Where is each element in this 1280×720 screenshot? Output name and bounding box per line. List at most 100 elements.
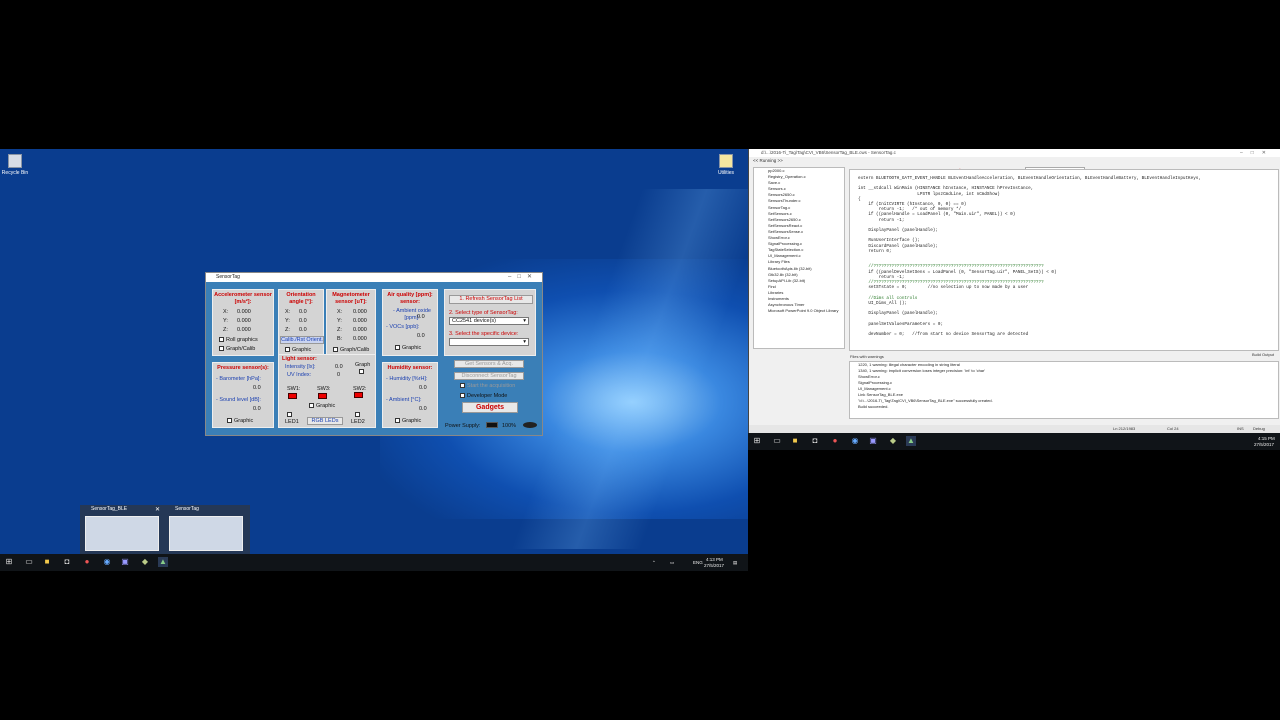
app-icon[interactable]: ◉ <box>850 436 860 446</box>
file-explorer-icon[interactable]: ■ <box>790 436 800 446</box>
thumb-sensortag[interactable]: SensorTag <box>166 505 246 553</box>
start-icon[interactable]: ⊞ <box>752 436 762 446</box>
roll-graphics-checkbox[interactable]: Roll graphics <box>219 337 258 344</box>
utilities-label: Utilities <box>717 170 735 176</box>
humidity-label: - Humidity [%rH]: <box>386 376 428 382</box>
magnet-graph-checkbox[interactable]: Graph/Calib <box>333 347 369 354</box>
file-explorer-icon[interactable]: ■ <box>42 557 52 567</box>
gadgets-button[interactable]: Gadgets <box>462 402 518 413</box>
baro-label: - Barometer [hPa]: <box>216 376 261 382</box>
air-quality-panel: Air quality [ppm]: sensor: - Ambient oxi… <box>382 289 438 356</box>
window-controls[interactable]: –□✕ <box>508 273 538 282</box>
accel-graph-checkbox[interactable]: Graph/Calib <box>219 346 255 353</box>
cvi-icon[interactable]: ◆ <box>888 436 898 446</box>
orientation-panel: Orientation angle [°]: X: 0.0 Y: 0.0 Z: 0.0… <box>278 289 324 356</box>
code-line: devNumber = 0; //from start no device Se… <box>858 332 1029 338</box>
magnet-graph-label: Graph/Calib <box>340 347 370 353</box>
light-panel: Light sensor: Intensity [lx]: 0.0 UV Ind… <box>278 354 376 428</box>
store-icon[interactable]: ◘ <box>810 436 820 446</box>
chevron-down-icon: ▾ <box>523 318 526 324</box>
device-select[interactable]: ▾ <box>449 338 529 346</box>
sensortag-logo-icon <box>523 422 537 428</box>
disconnect-button[interactable]: Disconnect SensorTag <box>454 372 524 380</box>
led2-label: LED2 <box>351 419 365 425</box>
build-output[interactable]: Build Output Files with warnings 1220, 1… <box>849 352 1279 419</box>
clock-time[interactable]: 4:13 PM <box>706 557 723 562</box>
sw3-label: SW3: <box>317 386 331 392</box>
ambient-temp-value: 0.0 <box>419 406 427 412</box>
build-output-header: Build Output <box>1251 352 1274 357</box>
code-editor[interactable]: extern BLUETOOTH_GATT_EVENT_HANDLE BLEve… <box>849 169 1279 351</box>
start-icon[interactable]: ⊞ <box>4 557 14 567</box>
chevron-down-icon: ▾ <box>523 339 526 345</box>
thumb-sensortag-ble[interactable]: SensorTag_BLE ✕ <box>82 505 162 553</box>
led2-checkbox[interactable] <box>355 412 362 419</box>
sound-value: 0.0 <box>253 406 261 412</box>
pressure-graphic-checkbox[interactable]: Graphic <box>227 418 253 425</box>
notifications-icon[interactable]: ▤ <box>733 560 737 565</box>
magnet-b-label: B: <box>337 336 343 342</box>
start-acquisition-checkbox[interactable]: Start the acquisition <box>460 383 515 389</box>
uv-index-value: 0 <box>337 372 341 378</box>
browser-icon[interactable]: ● <box>82 557 92 567</box>
orient-graphic-checkbox[interactable]: Graphic <box>285 347 311 354</box>
light-graph-checkbox[interactable] <box>359 369 366 376</box>
accel-x-label: X: <box>223 309 229 315</box>
save-app-icon[interactable]: ▣ <box>868 436 878 446</box>
app-icon[interactable]: ◉ <box>102 557 112 567</box>
ide-window-controls[interactable]: –□✕ <box>1240 149 1274 157</box>
orient-z-value: 0.0 <box>299 327 307 333</box>
save-app-icon[interactable]: ▣ <box>120 557 130 567</box>
rgb-leds-button[interactable]: RGB LEDs <box>307 417 343 425</box>
air-graphic-checkbox[interactable]: Graphic <box>395 345 421 352</box>
get-sensors-button[interactable]: Get Sensors & Acq. <box>454 360 524 368</box>
tree-item[interactable]: Microsoft PowerPoint 9.0 Object Library <box>768 308 844 314</box>
light-graph-label: Graph <box>355 362 371 368</box>
humidity-header: Humidity sensor: <box>387 365 433 371</box>
build-warnings-tab[interactable]: Files with warnings <box>850 354 884 360</box>
sensortag-taskbar-icon[interactable]: ▲ <box>906 436 916 446</box>
roll-graphics-label: Roll graphics <box>226 337 258 343</box>
clock-time[interactable]: 4:15 PM <box>1258 436 1275 441</box>
control-panel: 1. Refresh SensorTag List 2. Select type… <box>444 289 536 356</box>
air-co-value: 0.0 <box>417 314 425 320</box>
store-icon[interactable]: ◘ <box>62 557 72 567</box>
task-view-icon[interactable]: ▭ <box>772 436 782 446</box>
cvi-icon[interactable]: ◆ <box>140 557 150 567</box>
utilities-icon[interactable]: Utilities <box>706 154 746 176</box>
network-icon[interactable]: ▭ <box>670 560 674 565</box>
accel-z-label: Z: <box>223 327 228 333</box>
magnet-b-value: 0.000 <box>353 336 367 342</box>
task-view-icon[interactable]: ▭ <box>24 557 34 567</box>
air-graphic-label: Graphic <box>402 345 422 351</box>
select-type-label: 2. Select type of SensorTag: <box>449 310 518 316</box>
calib-reset-button[interactable]: Calib./Rst Orient. <box>280 336 324 344</box>
ide-titlebar[interactable]: d:\...\2016-Ti_Tag\Tag\CVI_VB6\SensorTag… <box>749 149 1280 157</box>
recycle-bin-icon[interactable]: Recycle Bin <box>0 154 35 176</box>
tray-chevron-icon[interactable]: ⌃ <box>652 560 656 565</box>
taskbar-thumbnails: SensorTag_BLE ✕ SensorTag <box>80 505 250 555</box>
light-graphic-checkbox[interactable]: Graphic <box>309 403 335 410</box>
sensortag-type-select[interactable]: CC2541 device(s) ▾ <box>449 317 529 325</box>
sensortag-taskbar-icon[interactable]: ▲ <box>158 557 168 567</box>
humidity-graphic-checkbox[interactable]: Graphic <box>395 418 421 425</box>
developer-mode-checkbox[interactable]: Developer Mode <box>460 393 507 399</box>
project-tree[interactable]: pp2000.c Registry_Operation.c Save.c Sensor… <box>753 167 845 349</box>
sw1-label: SW1: <box>287 386 301 392</box>
sw2-indicator <box>354 392 363 398</box>
language-indicator[interactable]: ENG <box>693 560 703 565</box>
pressure-graphic-label: Graphic <box>234 418 254 424</box>
sensortag-titlebar[interactable]: SensorTag –□✕ <box>206 273 542 282</box>
recycle-bin-label: Recycle Bin <box>1 170 29 176</box>
browser-icon[interactable]: ● <box>830 436 840 446</box>
clock-date[interactable]: 27/5/2017 <box>1254 442 1274 447</box>
orient-y-value: 0.0 <box>299 318 307 324</box>
power-supply-value: 100% <box>502 423 517 429</box>
pressure-panel: Pressure sensor(s): - Barometer [hPa]: 0… <box>212 362 274 428</box>
close-icon[interactable]: ✕ <box>155 506 160 513</box>
refresh-list-button[interactable]: 1. Refresh SensorTag List <box>449 295 533 304</box>
clock-date[interactable]: 27/5/2017 <box>704 563 724 568</box>
light-graphic-label: Graphic <box>316 403 336 409</box>
window-title: SensorTag <box>216 274 240 280</box>
led1-checkbox[interactable] <box>287 412 294 419</box>
